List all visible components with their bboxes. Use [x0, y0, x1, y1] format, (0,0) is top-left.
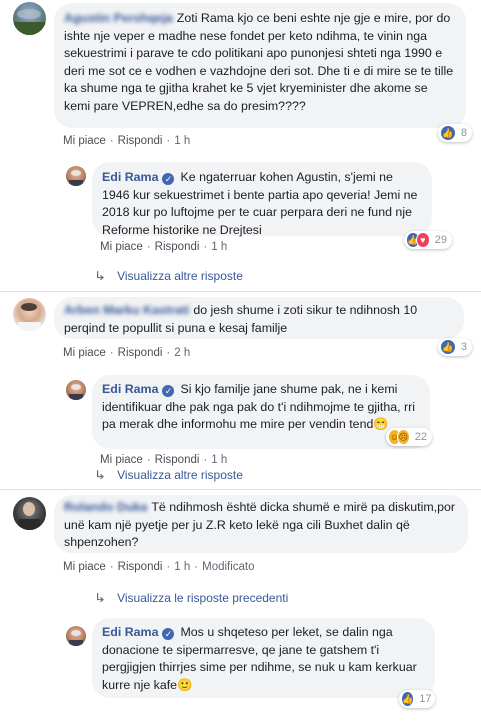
timestamp[interactable]: 1 h [174, 561, 190, 573]
like-link[interactable]: Mi piace [63, 135, 106, 147]
like-icon: 👍 [440, 125, 456, 141]
comment-bubble: Agustin Pershqeja Zoti Rama kjo ce beni e… [54, 3, 466, 128]
timestamp[interactable]: 1 h [211, 454, 227, 466]
comment-bubble: Arben Marku Kastrati do jesh shume i zoti… [54, 297, 464, 339]
comment-bubble: Rolando Duka Të ndihmosh është dicka shum… [54, 495, 468, 553]
avatar-image [13, 9, 46, 35]
reply-link[interactable]: Rispondi [118, 347, 163, 359]
reply-link[interactable]: Rispondi [155, 241, 200, 253]
comment-actions: Mi piace · Rispondi · 2 h [63, 347, 191, 359]
comment-author[interactable]: Arben Marku Kastrati [64, 303, 189, 317]
view-more-replies[interactable]: ↳ Visualizza altre risposte [93, 468, 243, 482]
like-icon: 👍 [440, 339, 456, 355]
reply-link[interactable]: Rispondi [118, 135, 163, 147]
divider [0, 489, 481, 490]
comment-actions: Mi piace · Rispondi · 1 h [63, 135, 191, 147]
like-link[interactable]: Mi piace [63, 561, 106, 573]
timestamp[interactable]: 2 h [174, 347, 190, 359]
verified-badge-icon: ✓ [162, 385, 175, 397]
avatar-image [69, 384, 83, 400]
love-icon: ♥ [415, 232, 430, 248]
reply-author[interactable]: Edi Rama [102, 382, 158, 396]
reply-link[interactable]: Rispondi [118, 561, 163, 573]
reply-author[interactable]: Edi Rama [102, 625, 158, 639]
avatar-image [19, 502, 40, 530]
timestamp[interactable]: 1 h [174, 135, 190, 147]
comment-author[interactable]: Agustin Pershqeja [64, 11, 173, 25]
reply-bubble: Edi Rama ✓ Si kjo familje jane shume pak, … [92, 375, 430, 449]
reply-arrow-icon: ↳ [93, 591, 107, 605]
verified-badge-icon: ✓ [162, 628, 175, 640]
divider [0, 291, 481, 292]
avatar-image [69, 630, 83, 646]
comment-text: Zoti Rama kjo ce beni eshte nje gje e mi… [64, 11, 454, 113]
like-link[interactable]: Mi piace [100, 454, 143, 466]
avatar[interactable] [13, 2, 46, 35]
like-link[interactable]: Mi piace [63, 347, 106, 359]
edited-label[interactable]: Modificato [202, 561, 254, 573]
reply-bubble: Edi Rama ✓ Mos u shqeteso per leket, se da… [92, 618, 435, 698]
reaction-count[interactable]: 👍 3 [438, 338, 472, 356]
avatar[interactable] [13, 497, 46, 530]
smile-emoji: 🙂 [177, 677, 193, 692]
grin-emoji: 😁 [373, 417, 389, 431]
timestamp[interactable]: 1 h [211, 241, 227, 253]
sad-icon: ☹ [396, 429, 410, 445]
avatar[interactable] [66, 166, 86, 186]
avatar[interactable] [13, 298, 46, 331]
reaction-count[interactable]: 👍 17 [399, 690, 435, 708]
reply-link[interactable]: Rispondi [155, 454, 200, 466]
view-more-replies[interactable]: ↳ Visualizza altre risposte [93, 269, 243, 283]
reply-actions: Mi piace · Rispondi · 1 h [100, 241, 228, 253]
comment-author[interactable]: Rolando Duka [64, 500, 147, 514]
view-previous-replies[interactable]: ↳ Visualizza le risposte precedenti [93, 591, 288, 605]
reply-arrow-icon: ↳ [93, 269, 107, 283]
reply-actions: Mi piace · Rispondi · 1 h [100, 454, 228, 466]
avatar[interactable] [66, 626, 86, 646]
avatar[interactable] [66, 380, 86, 400]
reply-bubble: Edi Rama ✓ Ke ngaterruar kohen Agustin, s'… [92, 162, 432, 237]
reaction-count[interactable]: 👍 ♥ 29 [404, 231, 452, 249]
reaction-count[interactable]: ☺ ☹ 22 [386, 428, 432, 446]
like-icon: 👍 [401, 691, 415, 707]
verified-badge-icon: ✓ [162, 173, 175, 185]
like-link[interactable]: Mi piace [100, 241, 143, 253]
avatar-image [18, 303, 41, 331]
comment-actions: Mi piace · Rispondi · 1 h · Modificato [63, 561, 255, 573]
reply-arrow-icon: ↳ [93, 468, 107, 482]
avatar-image [69, 170, 83, 186]
reaction-count[interactable]: 👍 8 [438, 124, 472, 142]
reply-author[interactable]: Edi Rama [102, 170, 158, 184]
